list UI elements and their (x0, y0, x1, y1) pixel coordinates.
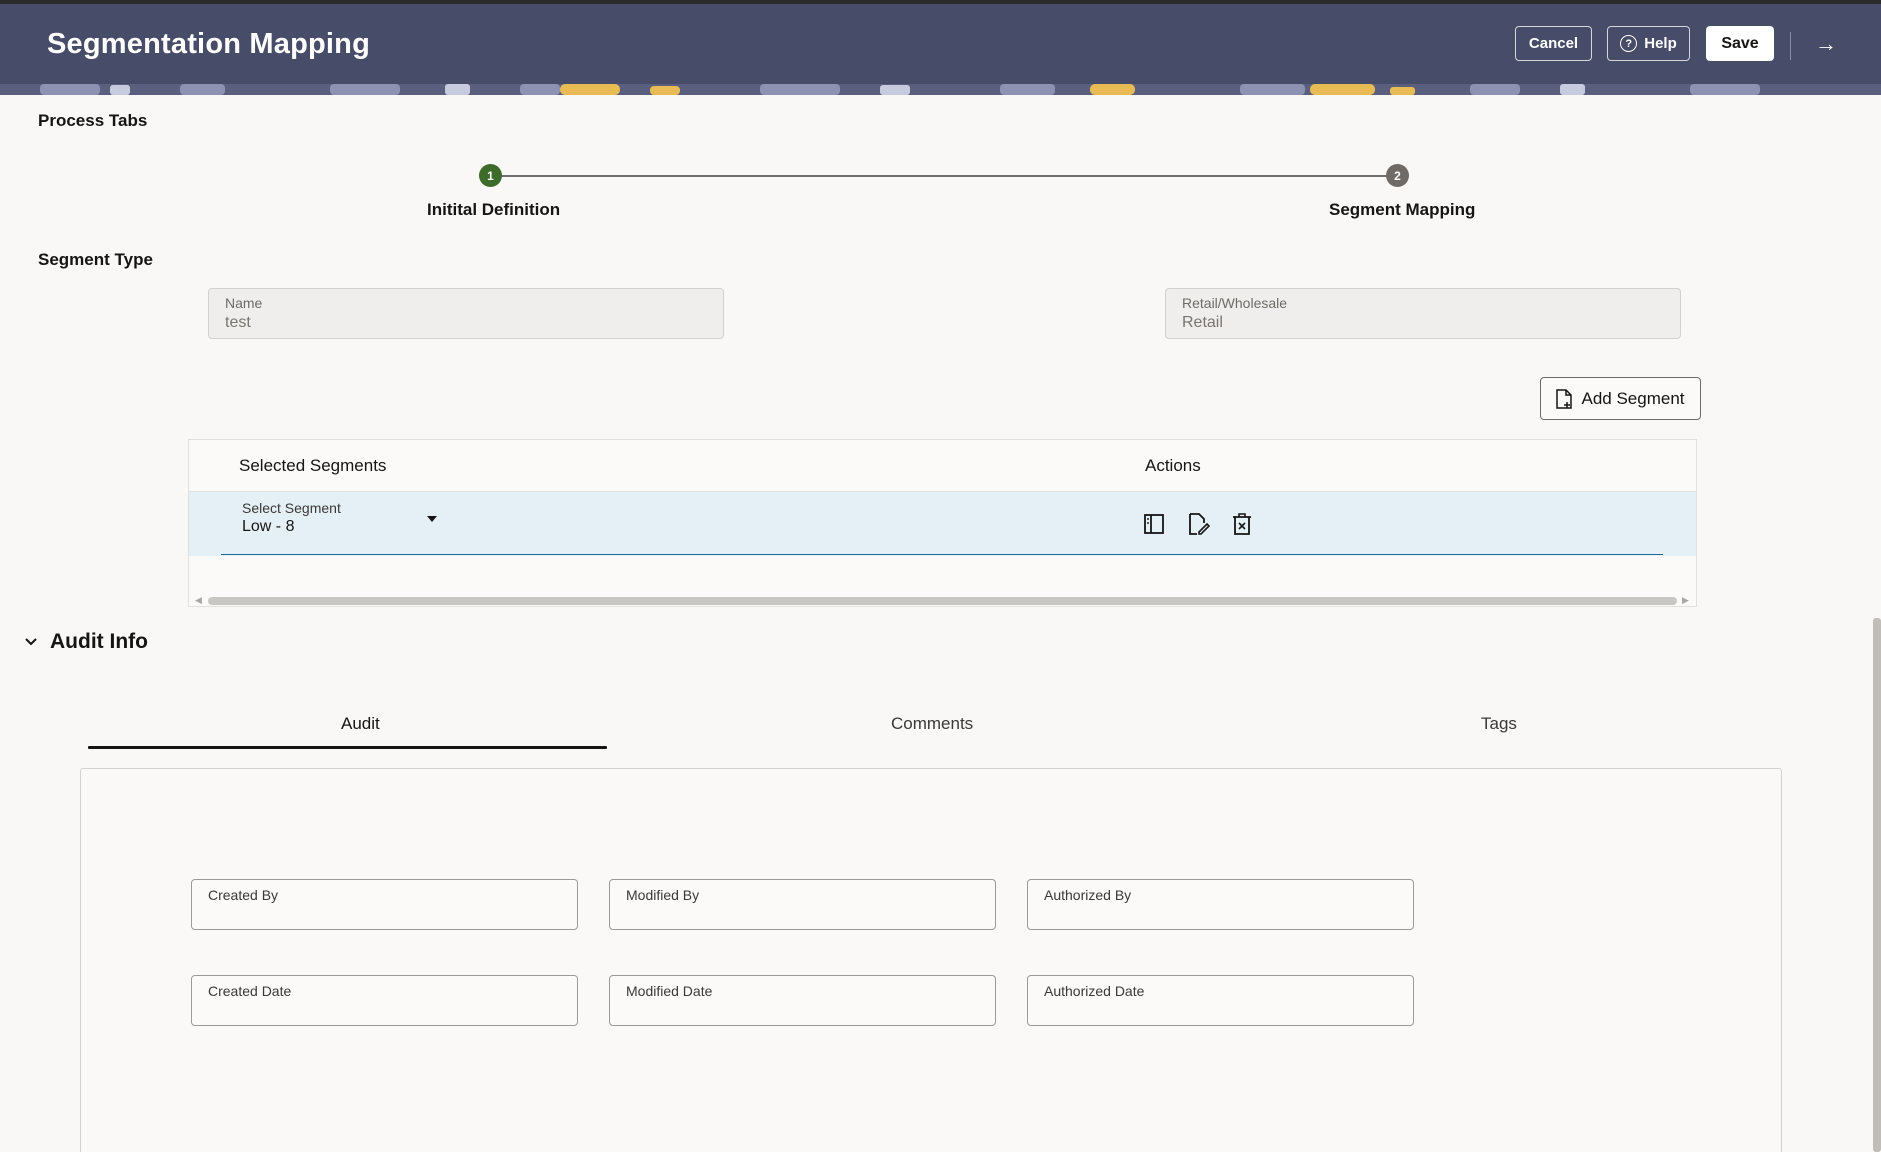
step-1-indicator[interactable]: 1 (479, 164, 502, 187)
audit-info-heading: Audit Info (50, 630, 148, 653)
step-2-label[interactable]: Segment Mapping (1329, 200, 1475, 220)
name-field: Name test (208, 288, 724, 339)
select-segment-value: Low - 8 (242, 518, 295, 535)
segments-table: Selected Segments Actions Select Segment… (188, 439, 1697, 607)
decorative-banner (0, 84, 1881, 95)
audit-panel: Created By Modified By Authorized By Cre… (80, 768, 1782, 1152)
delete-icon[interactable] (1230, 512, 1254, 536)
add-segment-label: Add Segment (1581, 388, 1685, 408)
active-tab-indicator (88, 746, 607, 749)
view-icon[interactable] (1142, 512, 1166, 536)
authorized-date-field[interactable]: Authorized Date (1027, 975, 1414, 1026)
step-1-label[interactable]: Initital Definition (427, 200, 560, 220)
created-by-field[interactable]: Created By (191, 879, 578, 930)
process-tabs-heading: Process Tabs (38, 111, 148, 130)
page-title: Segmentation Mapping (47, 28, 370, 60)
edit-icon[interactable] (1186, 512, 1210, 536)
created-by-label: Created By (208, 887, 279, 903)
chevron-down-icon[interactable] (427, 516, 437, 522)
segment-type-heading: Segment Type (38, 250, 153, 269)
modified-date-label: Modified Date (626, 983, 713, 999)
select-segment-dropdown[interactable]: Select Segment Low - 8 (242, 500, 437, 548)
scroll-right-icon[interactable]: ▶ (1682, 595, 1689, 606)
tab-comments[interactable]: Comments (891, 714, 973, 734)
help-button[interactable]: ? Help (1607, 26, 1690, 61)
save-button[interactable]: Save (1706, 26, 1774, 61)
page-header: Segmentation Mapping Cancel ? Help Save … (0, 4, 1881, 84)
vertical-scrollbar[interactable] (1873, 618, 1881, 1152)
horizontal-scrollbar[interactable]: ◀ ▶ (194, 594, 1691, 606)
step-2-indicator[interactable]: 2 (1386, 164, 1409, 187)
name-field-value: test (225, 314, 251, 331)
scrollbar-thumb[interactable] (208, 597, 1677, 605)
row-focus-underline (221, 554, 1663, 555)
scroll-left-icon[interactable]: ◀ (195, 595, 202, 606)
authorized-by-label: Authorized By (1044, 887, 1132, 903)
created-date-label: Created Date (208, 983, 292, 999)
audit-info-toggle[interactable]: Audit Info (24, 630, 148, 654)
authorized-by-field[interactable]: Authorized By (1027, 879, 1414, 930)
header-divider (1790, 32, 1791, 60)
modified-by-field[interactable]: Modified By (609, 879, 996, 930)
retail-wholesale-label: Retail/Wholesale (1182, 295, 1288, 311)
chevron-down-icon (25, 638, 37, 646)
authorized-date-label: Authorized Date (1044, 983, 1145, 999)
tab-audit[interactable]: Audit (341, 714, 380, 734)
created-date-field[interactable]: Created Date (191, 975, 578, 1026)
help-icon: ? (1620, 35, 1638, 52)
table-row[interactable]: Select Segment Low - 8 (189, 492, 1696, 556)
train-connector-line (491, 175, 1397, 177)
select-segment-label: Select Segment (242, 500, 341, 516)
column-header-selected-segments: Selected Segments (239, 456, 387, 475)
cancel-button[interactable]: Cancel (1515, 26, 1592, 61)
help-button-label: Help (1644, 35, 1677, 52)
column-header-actions: Actions (1145, 456, 1201, 475)
add-document-icon (1556, 388, 1573, 409)
table-header: Selected Segments Actions (189, 440, 1696, 492)
retail-wholesale-value: Retail (1182, 314, 1223, 331)
modified-by-label: Modified By (626, 887, 700, 903)
add-segment-button[interactable]: Add Segment (1540, 377, 1701, 420)
arrow-right-icon[interactable]: → (1812, 30, 1840, 58)
name-field-label: Name (225, 295, 263, 311)
retail-wholesale-field: Retail/Wholesale Retail (1165, 288, 1681, 339)
tab-tags[interactable]: Tags (1481, 714, 1517, 734)
modified-date-field[interactable]: Modified Date (609, 975, 996, 1026)
